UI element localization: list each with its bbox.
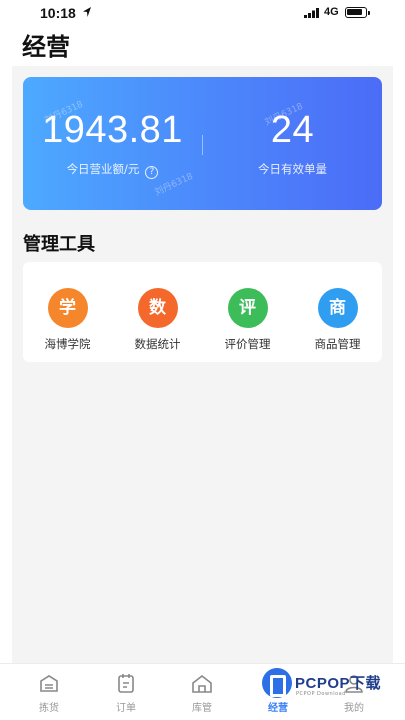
location-arrow-icon <box>83 7 91 17</box>
tool-data-stats[interactable]: 数 数据统计 <box>113 288 202 352</box>
tab-orders[interactable]: 订单 <box>96 672 156 714</box>
tools-section-title: 管理工具 <box>23 234 95 255</box>
picking-icon <box>40 675 58 692</box>
tab-label: 拣货 <box>39 703 59 714</box>
status-time: 10:18 <box>40 5 76 21</box>
review-icon: 评 <box>227 288 268 328</box>
data-stats-icon: 数 <box>137 288 178 328</box>
logo-text: PCPOP下载 <box>295 675 382 692</box>
orders-value: 24 <box>270 109 315 151</box>
goods-icon: 商 <box>317 288 358 328</box>
orders-stat[interactable]: 24 今日有效单量 <box>203 77 382 210</box>
network-type: 4G <box>324 6 339 18</box>
tool-label: 数据统计 <box>134 337 181 351</box>
page-title: 经营 <box>22 33 70 61</box>
tool-academy[interactable]: 学 海博学院 <box>23 288 112 352</box>
battery-icon <box>345 7 370 18</box>
logo-subtext: PCPOP Download <box>296 691 346 697</box>
tool-label: 评价管理 <box>224 337 271 351</box>
tab-warehouse[interactable]: 库管 <box>172 672 232 714</box>
summary-card: 刘丹6318 刘丹6318 刘丹6318 1943.81 今日营业额/元? 24… <box>23 77 382 210</box>
orders-icon <box>118 674 134 693</box>
revenue-stat[interactable]: 1943.81 今日营业额/元? <box>23 77 202 210</box>
signal-icon <box>304 8 319 18</box>
tab-picking[interactable]: 拣货 <box>19 672 79 714</box>
tool-label: 商品管理 <box>314 337 361 351</box>
tool-goods[interactable]: 商 商品管理 <box>293 288 382 352</box>
academy-icon: 学 <box>47 288 88 328</box>
orders-label: 今日有效单量 <box>258 162 327 176</box>
tools-grid: 学 海博学院 数 数据统计 评 评价管理 商 商品管理 <box>23 262 382 362</box>
tool-review[interactable]: 评 评价管理 <box>203 288 292 352</box>
tab-label: 订单 <box>116 703 136 714</box>
tab-label: 库管 <box>192 703 212 714</box>
main-content: 刘丹6318 刘丹6318 刘丹6318 1943.81 今日营业额/元? 24… <box>12 66 393 663</box>
status-bar: 10:18 4G <box>0 0 405 26</box>
help-icon[interactable]: ? <box>145 166 159 179</box>
tool-label: 海博学院 <box>44 337 91 351</box>
logo-mark-icon <box>262 668 292 698</box>
revenue-label-row: 今日营业额/元? <box>23 161 202 179</box>
revenue-label: 今日营业额/元 <box>66 162 140 176</box>
revenue-value: 1943.81 <box>42 109 183 151</box>
warehouse-icon <box>192 674 212 693</box>
watermark-logo: PCPOP下载 PCPOP Download <box>262 668 394 704</box>
